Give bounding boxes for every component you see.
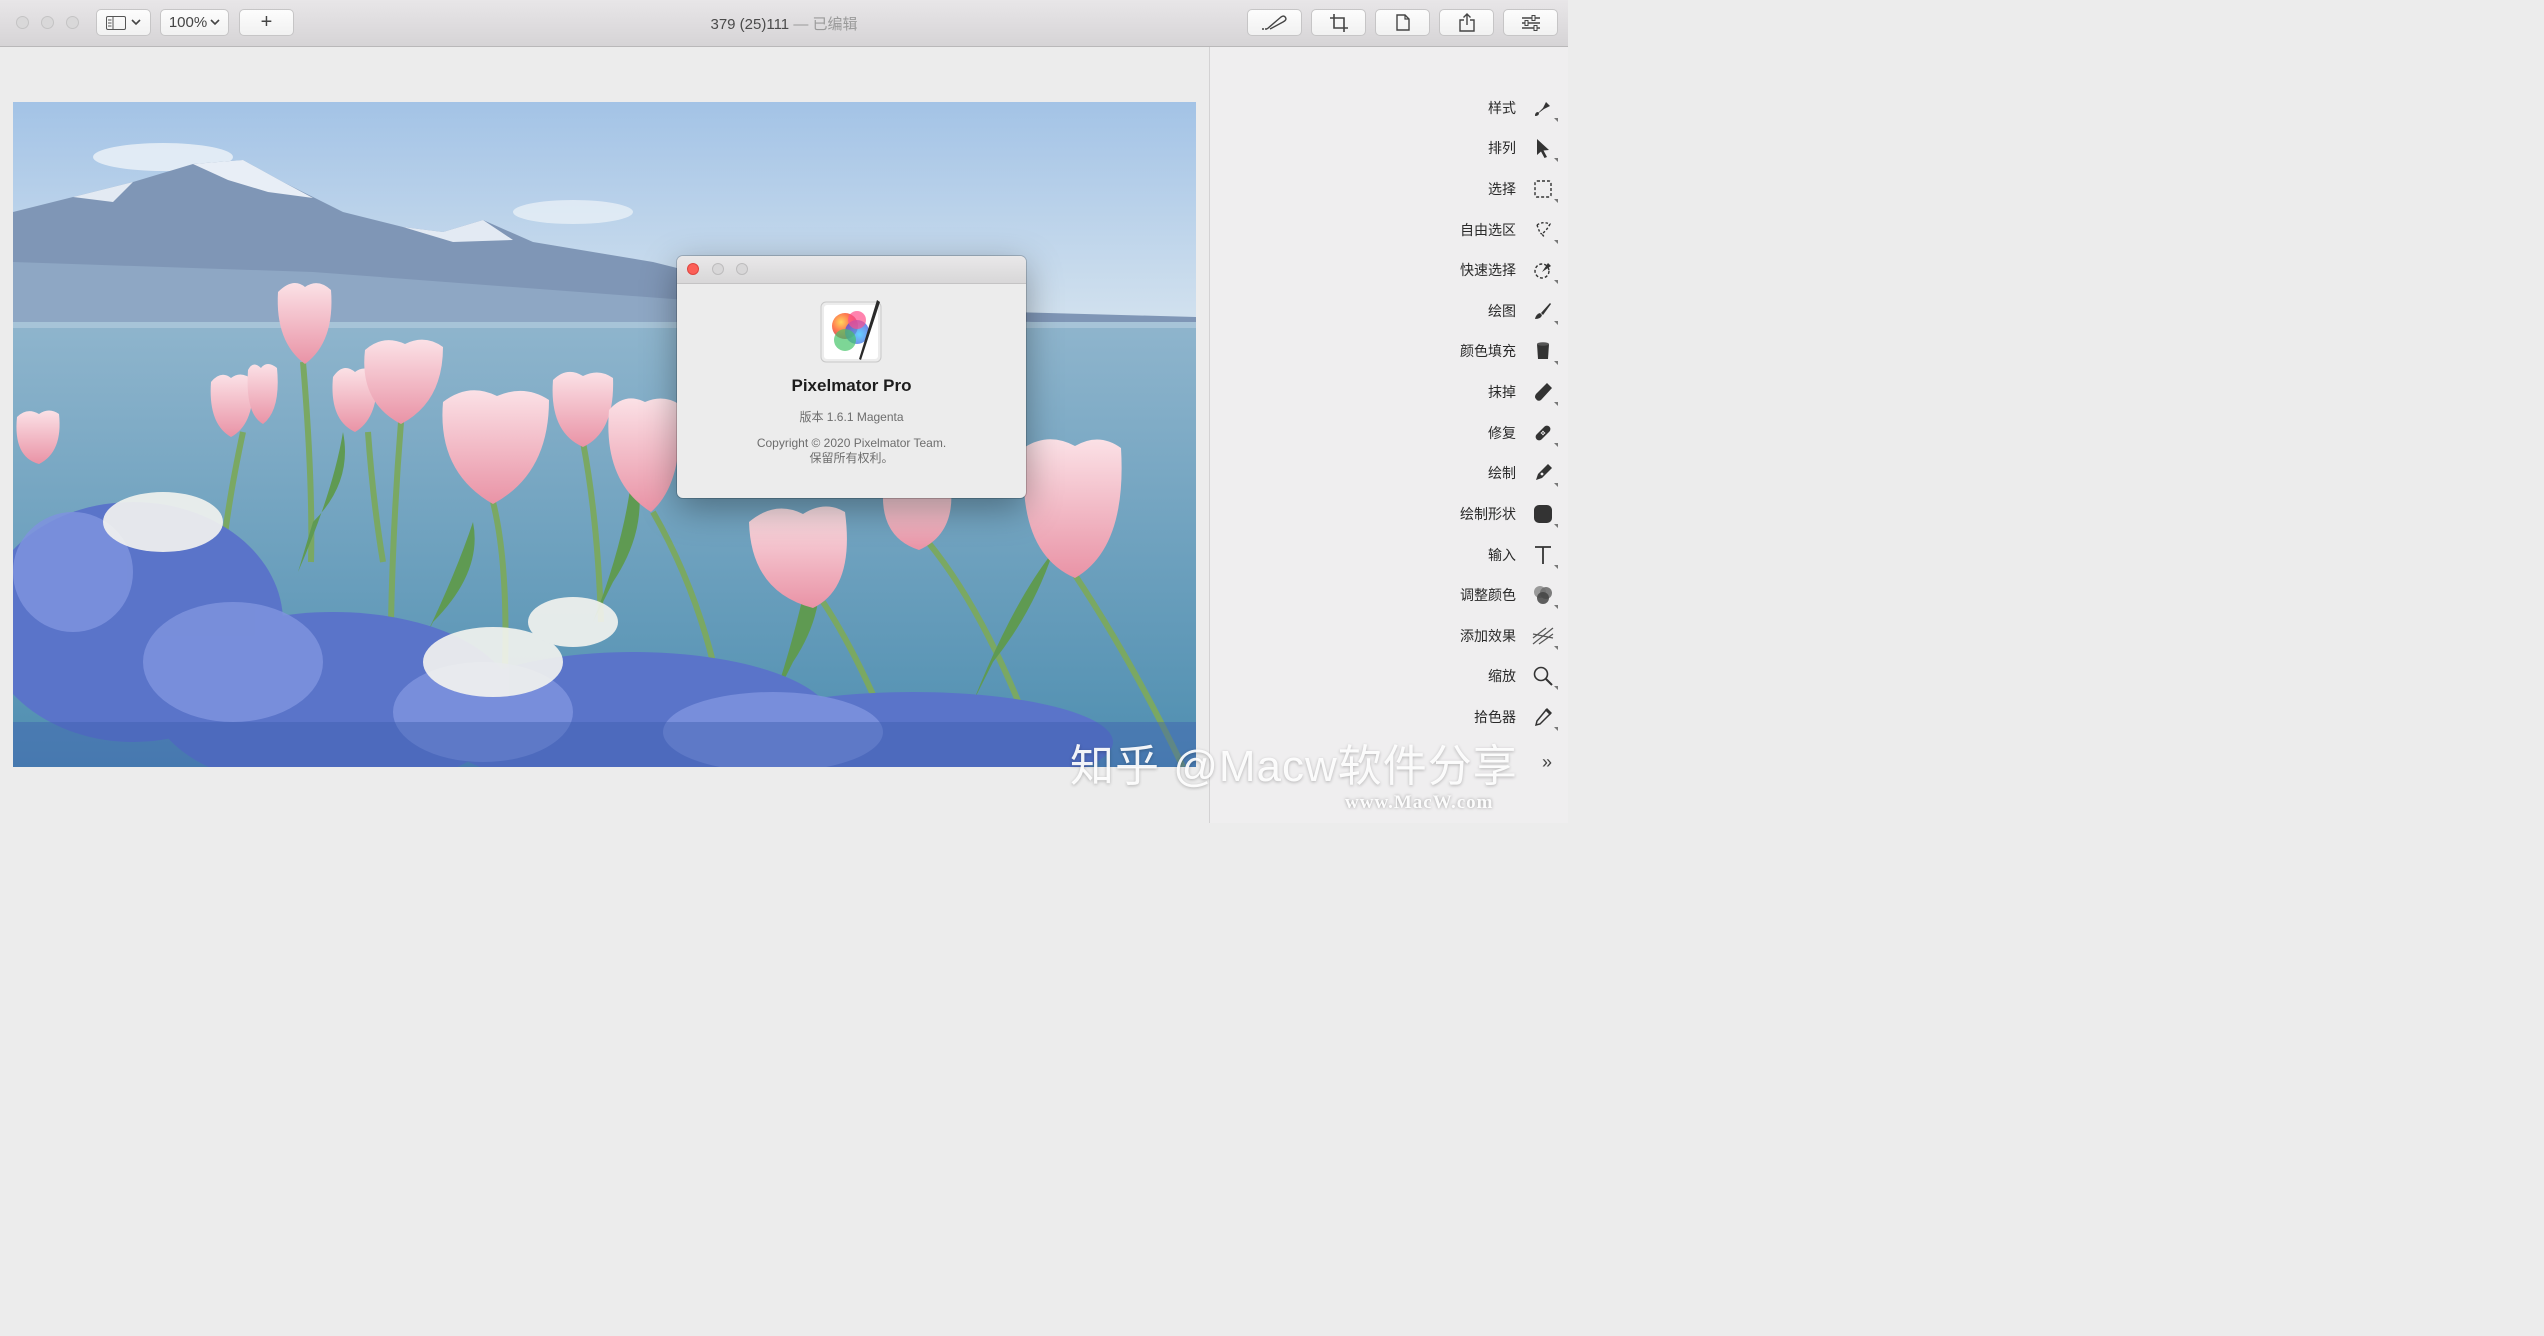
tool-freeform-selection[interactable]: 自由选区 bbox=[1210, 210, 1569, 250]
tool-quick-selection[interactable]: 快速选择 bbox=[1210, 250, 1569, 290]
pen-nib-icon bbox=[1532, 462, 1558, 487]
document-icon bbox=[1395, 14, 1410, 31]
color-circles-icon bbox=[1532, 584, 1558, 609]
rounded-square-icon bbox=[1532, 503, 1558, 528]
lasso-icon bbox=[1532, 219, 1558, 244]
sliders-icon bbox=[1521, 14, 1541, 31]
tool-label: 绘制 bbox=[1488, 465, 1516, 481]
watermark-url: www.MacW.com bbox=[1345, 792, 1494, 813]
adjustments-button[interactable] bbox=[1503, 9, 1558, 36]
tool-label: 绘制形状 bbox=[1460, 506, 1516, 522]
tool-style[interactable]: 样式 bbox=[1210, 88, 1569, 128]
document-button[interactable] bbox=[1375, 9, 1430, 36]
tools-sidebar: 样式 排列 选择 自由选区 快速选择 绘图 颜色填充 抹掉 修复 绘制 绘制形状… bbox=[1209, 47, 1568, 823]
tool-label: 添加效果 bbox=[1460, 628, 1516, 644]
window-titlebar: 100% + 379 (25)111 — 已编辑 bbox=[0, 0, 1568, 47]
crop-icon bbox=[1329, 13, 1348, 32]
tool-label: 排列 bbox=[1488, 140, 1516, 156]
tool-label: 拾色器 bbox=[1474, 709, 1516, 725]
rights-reserved-line: 保留所有权利。 bbox=[809, 451, 894, 465]
tool-draw-shape[interactable]: 绘制形状 bbox=[1210, 494, 1569, 534]
paint-brush-icon bbox=[1532, 300, 1558, 325]
tool-arrange[interactable]: 排列 bbox=[1210, 128, 1569, 168]
tool-select[interactable]: 选择 bbox=[1210, 169, 1569, 209]
share-icon bbox=[1458, 13, 1475, 32]
tool-label: 修复 bbox=[1488, 425, 1516, 441]
tool-add-effects[interactable]: 添加效果 bbox=[1210, 616, 1569, 656]
style-brush-icon bbox=[1532, 97, 1558, 122]
tool-color-fill[interactable]: 颜色填充 bbox=[1210, 331, 1569, 371]
more-tools-button[interactable]: » bbox=[1542, 752, 1552, 773]
dialog-minimize-button bbox=[712, 263, 724, 275]
tool-paint[interactable]: 绘图 bbox=[1210, 291, 1569, 331]
crop-button[interactable] bbox=[1311, 9, 1366, 36]
copyright-text: Copyright © 2020 Pixelmator Team. 保留所有权利… bbox=[677, 436, 1026, 466]
tool-label: 绘图 bbox=[1488, 303, 1516, 319]
app-version: 版本 1.6.1 Magenta bbox=[799, 410, 904, 424]
eraser-icon bbox=[1532, 381, 1558, 406]
eyedropper-icon bbox=[1532, 706, 1558, 731]
tool-erase[interactable]: 抹掉 bbox=[1210, 372, 1569, 412]
paint-bucket-icon bbox=[1532, 340, 1558, 365]
effects-icon bbox=[1532, 625, 1558, 650]
tool-label: 选择 bbox=[1488, 181, 1516, 197]
arrow-pointer-icon bbox=[1532, 137, 1558, 162]
tool-label: 自由选区 bbox=[1460, 222, 1516, 238]
annotate-button[interactable] bbox=[1247, 9, 1302, 36]
about-dialog: Pixelmator Pro 版本 1.6.1 Magenta Copyrigh… bbox=[677, 256, 1026, 498]
tool-adjust-colors[interactable]: 调整颜色 bbox=[1210, 575, 1569, 615]
rect-select-icon bbox=[1532, 178, 1558, 203]
tool-label: 样式 bbox=[1488, 100, 1516, 116]
share-button[interactable] bbox=[1439, 9, 1494, 36]
annotate-icon bbox=[1261, 14, 1289, 31]
watermark-text: 知乎 @Macw软件分享 bbox=[1070, 742, 1518, 791]
tool-label: 快速选择 bbox=[1460, 262, 1516, 278]
tool-label: 调整颜色 bbox=[1460, 587, 1516, 603]
tool-type[interactable]: 输入 bbox=[1210, 535, 1569, 575]
pixelmator-app-icon bbox=[817, 298, 887, 366]
dialog-zoom-button bbox=[736, 263, 748, 275]
dialog-titlebar bbox=[677, 256, 1026, 284]
text-t-icon bbox=[1532, 544, 1558, 569]
dialog-body: Pixelmator Pro 版本 1.6.1 Magenta Copyrigh… bbox=[677, 298, 1026, 466]
edited-status: 已编辑 bbox=[812, 16, 858, 33]
magnifier-icon bbox=[1532, 665, 1558, 690]
tool-label: 缩放 bbox=[1488, 668, 1516, 684]
tool-repair[interactable]: 修复 bbox=[1210, 413, 1569, 453]
copyright-line: Copyright © 2020 Pixelmator Team. bbox=[756, 436, 947, 450]
tool-zoom[interactable]: 缩放 bbox=[1210, 656, 1569, 696]
tool-label: 抹掉 bbox=[1488, 384, 1516, 400]
title-separator: — bbox=[789, 16, 813, 33]
bandage-icon bbox=[1532, 422, 1558, 447]
app-name: Pixelmator Pro bbox=[791, 376, 912, 395]
tool-label: 输入 bbox=[1488, 547, 1516, 563]
quick-select-icon bbox=[1532, 259, 1558, 284]
dialog-close-button[interactable] bbox=[687, 263, 699, 275]
document-name: 379 (25)111 bbox=[710, 16, 790, 33]
tool-label: 颜色填充 bbox=[1460, 343, 1516, 359]
tool-draw[interactable]: 绘制 bbox=[1210, 453, 1569, 493]
